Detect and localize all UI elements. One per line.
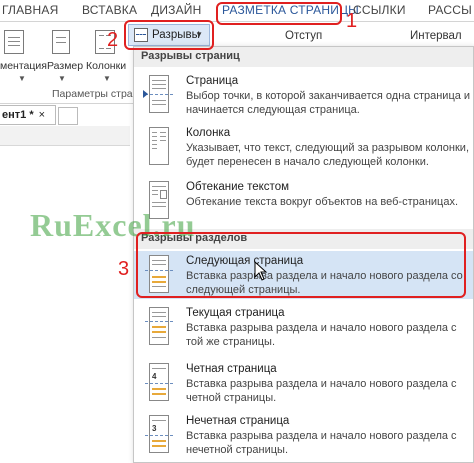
tab-insert[interactable]: ВСТАВКА — [82, 3, 137, 17]
menu-item-title: Четная страница — [186, 363, 277, 375]
menu-item-page-break[interactable]: Страница Выбор точки, в которой заканчив… — [134, 71, 473, 121]
menu-item-desc: Вставка разрыва раздела и начало нового … — [186, 322, 457, 348]
page-setup-group-label: Параметры стра — [52, 88, 133, 100]
annotation-box-breaks-button — [124, 20, 214, 50]
page-break-icon — [143, 75, 173, 115]
menu-item-title: Нечетная страница — [186, 415, 290, 427]
interval-label: Интервал — [410, 30, 462, 42]
mouse-cursor-icon — [254, 261, 268, 281]
document-page[interactable] — [0, 146, 130, 463]
menu-item-desc: Указывает, что текст, следующий за разры… — [186, 142, 470, 168]
tab-mailings[interactable]: РАССЫ — [428, 3, 472, 17]
tab-design[interactable]: ДИЗАЙН — [151, 3, 202, 17]
menu-item-title: Текущая страница — [186, 307, 285, 319]
document-tab[interactable]: ент1 * × — [0, 105, 56, 125]
menu-item-desc: Выбор точки, в которой заканчивается одн… — [186, 90, 471, 116]
annotation-box-page-layout-tab — [216, 2, 342, 25]
annotation-number-2: 2 — [107, 29, 119, 51]
close-icon[interactable]: × — [39, 109, 45, 121]
chevron-down-icon[interactable]: ▼ — [18, 74, 26, 83]
menu-item-title: Колонка — [186, 127, 231, 139]
menu-item-desc: Вставка разрыва раздела и начало нового … — [186, 430, 457, 456]
size-label[interactable]: Размер — [47, 60, 83, 72]
document-ruler — [0, 126, 130, 146]
menu-item-odd-page[interactable]: 3 Нечетная страница Вставка разрыва разд… — [134, 411, 473, 461]
orientation-icon[interactable] — [4, 30, 24, 54]
column-break-icon — [143, 127, 173, 167]
menu-item-title: Страница — [186, 75, 239, 87]
menu-item-desc: Обтекание текста вокруг объектов на веб-… — [186, 196, 459, 208]
indent-label: Отступ — [285, 30, 323, 42]
annotation-number-3: 3 — [118, 258, 130, 280]
menu-item-even-page[interactable]: 4 Четная страница Вставка разрыва раздел… — [134, 359, 473, 409]
page-size-icon[interactable] — [52, 30, 70, 54]
new-tab-slot[interactable] — [58, 107, 78, 125]
columns-label[interactable]: Колонки — [86, 60, 126, 72]
continuous-section-icon — [143, 307, 173, 347]
menu-item-continuous[interactable]: Текущая страница Вставка разрыва раздела… — [134, 303, 473, 353]
annotation-number-1: 1 — [346, 10, 358, 32]
menu-item-title: Обтекание текстом — [186, 181, 289, 193]
chevron-down-icon[interactable]: ▼ — [58, 74, 66, 83]
chevron-down-icon[interactable]: ▼ — [103, 74, 111, 83]
tab-home[interactable]: ГЛАВНАЯ — [2, 3, 58, 17]
annotation-box-next-page — [136, 232, 466, 298]
page-breaks-header: Разрывы страниц — [134, 47, 473, 67]
document-tab-label: ент1 * — [2, 109, 34, 121]
tab-references[interactable]: ССЫЛКИ — [353, 3, 406, 17]
odd-page-section-icon: 3 — [143, 415, 173, 455]
menu-item-desc: Вставка разрыва раздела и начало нового … — [186, 378, 457, 404]
even-page-section-icon: 4 — [143, 363, 173, 403]
orientation-label[interactable]: ментация — [0, 60, 47, 72]
menu-item-column-break[interactable]: Колонка Указывает, что текст, следующий … — [134, 123, 473, 175]
